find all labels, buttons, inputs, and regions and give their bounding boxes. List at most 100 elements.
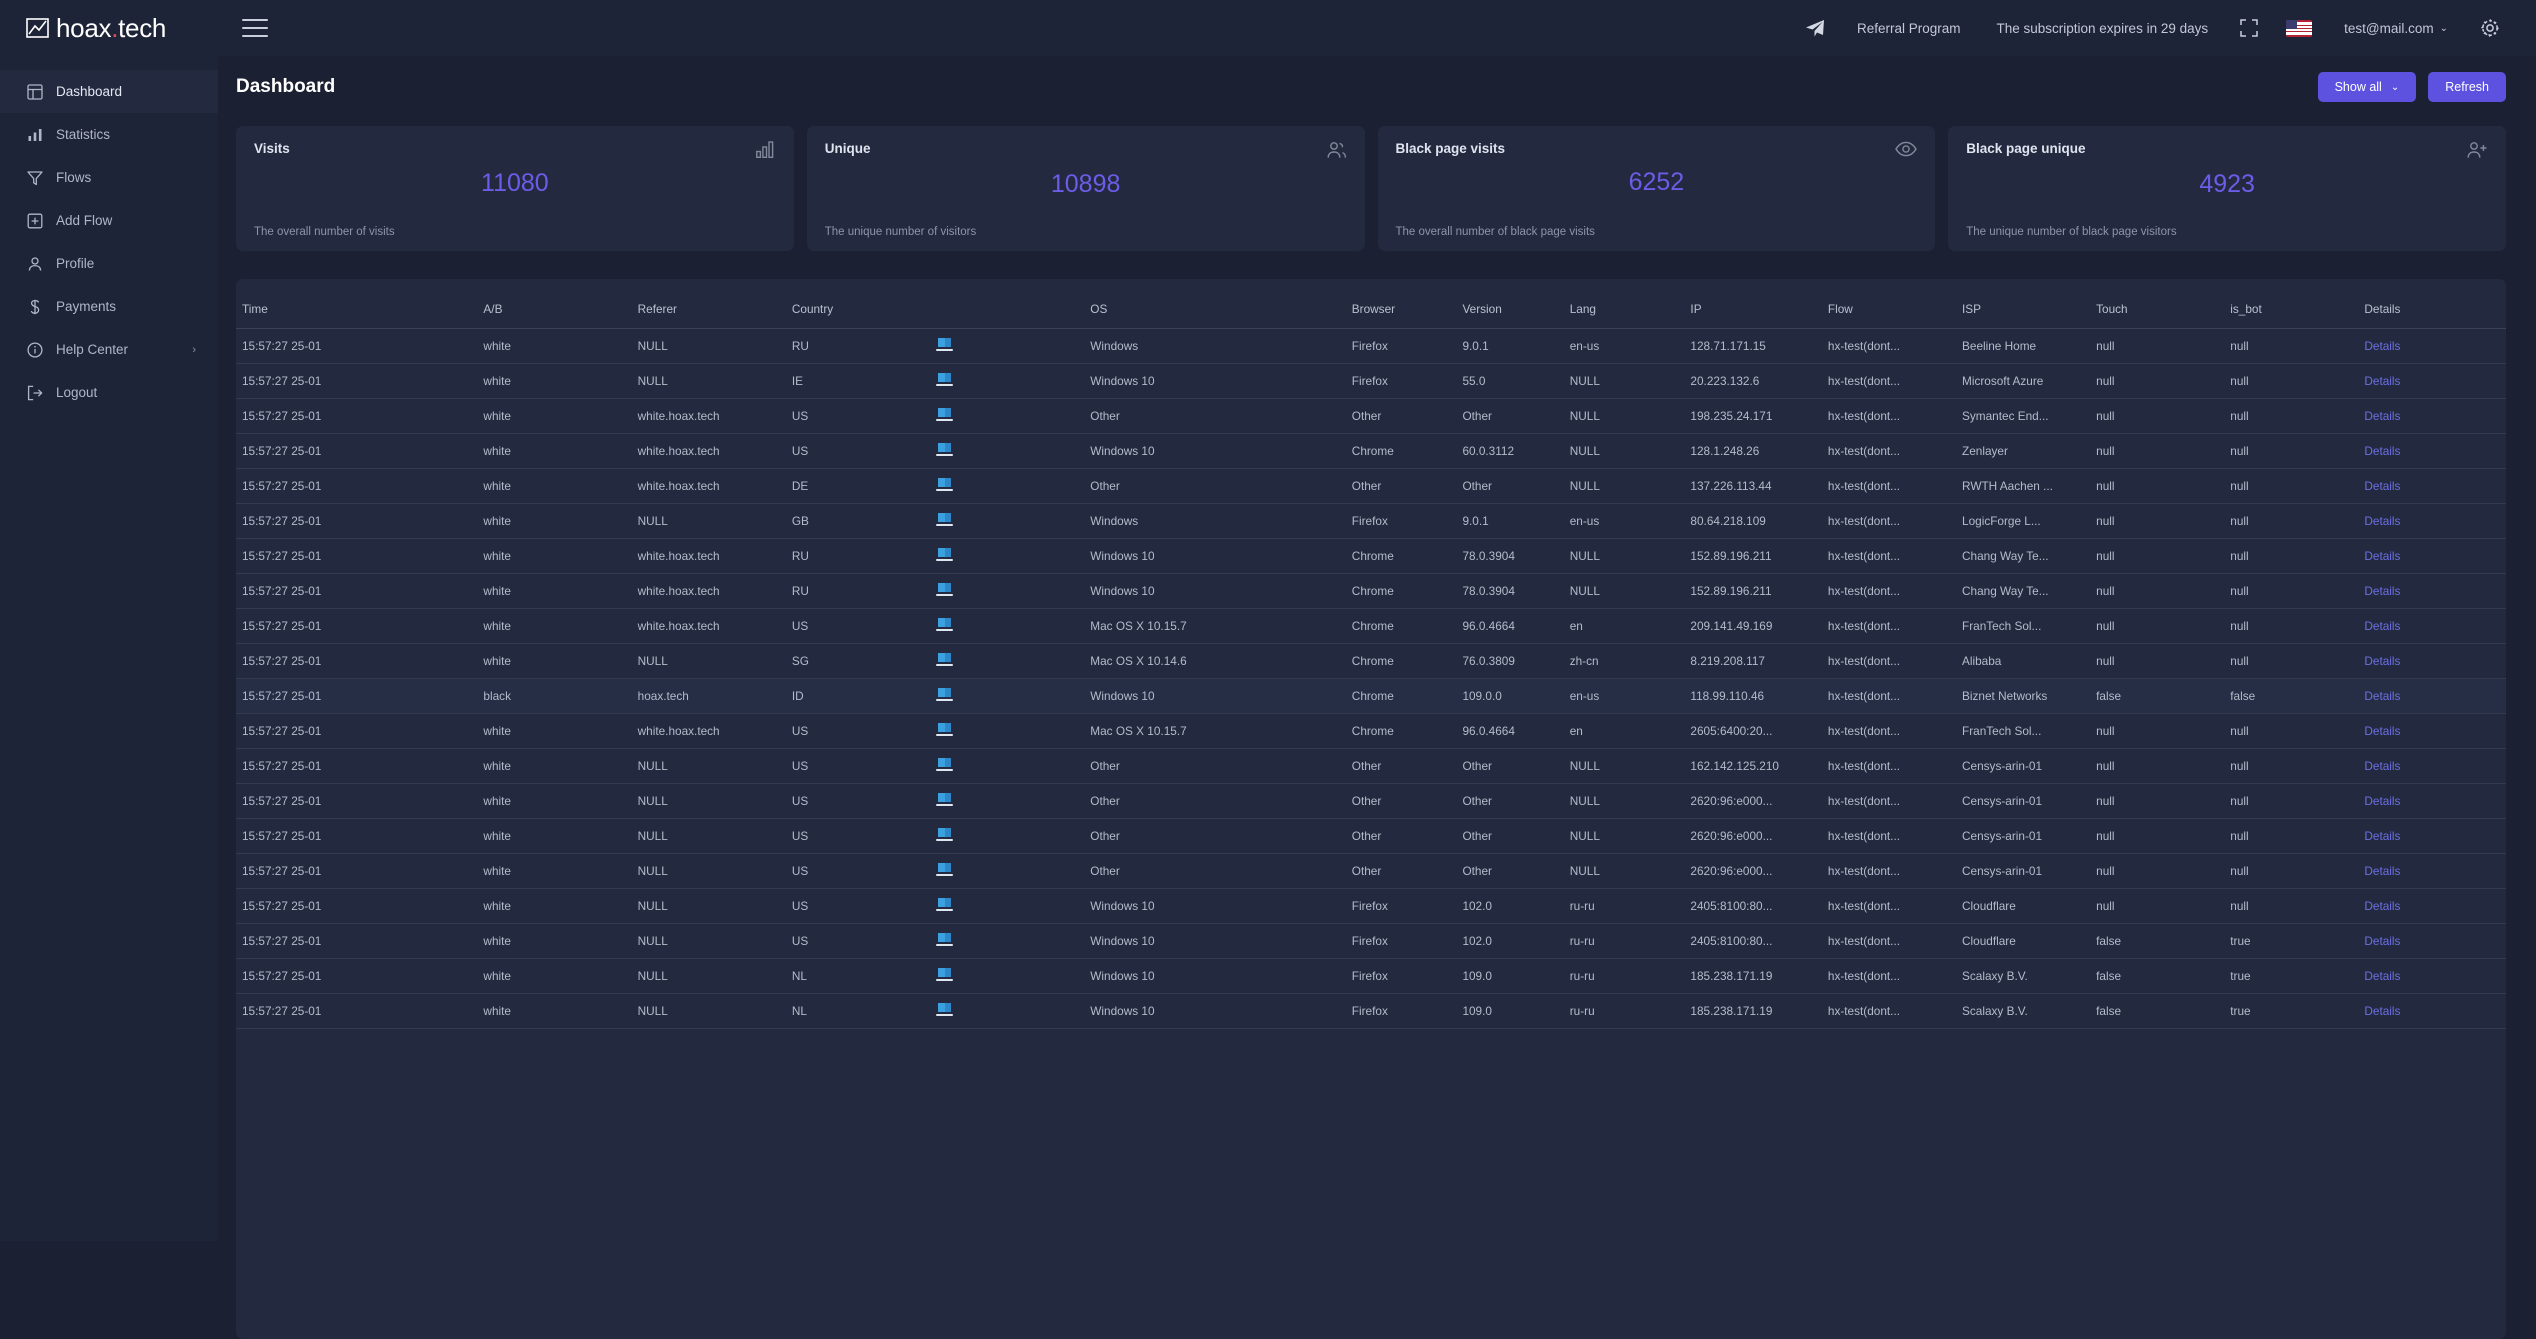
table-row[interactable]: 15:57:27 25-01 white white.hoax.tech US Wind… (236, 434, 2506, 469)
cell-time: 15:57:27 25-01 (242, 584, 322, 598)
table-row[interactable]: 15:57:27 25-01 white white.hoax.tech US Mac … (236, 609, 2506, 644)
cell-country: US (791, 934, 809, 948)
show-all-button[interactable]: Show all ⌄ (2317, 72, 2417, 102)
cell-is_bot: null (2230, 374, 2249, 388)
cell-is_bot: null (2230, 829, 2249, 843)
sidebar-item-add-flow[interactable]: Add Flow (0, 199, 218, 242)
column-header-ip[interactable]: IP (1684, 293, 1821, 329)
column-header-version[interactable]: Version (1456, 293, 1563, 329)
details-link[interactable]: Details (2358, 889, 2506, 924)
table-row[interactable]: 15:57:27 25-01 white NULL US Other Other Other… (236, 854, 2506, 889)
refresh-button[interactable]: Refresh (2428, 72, 2506, 102)
cell-os: Windows 10 (1090, 689, 1155, 703)
cell-browser: Other (1351, 479, 1382, 493)
details-link[interactable]: Details (2358, 819, 2506, 854)
details-link[interactable]: Details (2358, 854, 2506, 889)
chevron-right-icon: › (192, 343, 196, 356)
sidebar-item-dashboard[interactable]: Dashboard (0, 70, 218, 113)
table-row[interactable]: 15:57:27 25-01 white NULL GB Windows Firefox 9… (236, 504, 2506, 539)
cell-referer: white.hoax.tech (637, 444, 720, 458)
details-link[interactable]: Details (2358, 714, 2506, 749)
cell-is_bot: null (2230, 864, 2249, 878)
table-row[interactable]: 15:57:27 25-01 white white.hoax.tech US Mac … (236, 714, 2506, 749)
details-link[interactable]: Details (2358, 959, 2506, 994)
details-link[interactable]: Details (2358, 924, 2506, 959)
visits-table-container[interactable]: Time A/B Referer Country OS Browser Version Lan… (236, 279, 2506, 1339)
sidebar-item-profile[interactable]: Profile (0, 242, 218, 285)
details-link[interactable]: Details (2358, 399, 2506, 434)
details-link[interactable]: Details (2358, 784, 2506, 819)
cell-touch: null (2096, 374, 2115, 388)
details-link[interactable]: Details (2358, 994, 2506, 1029)
details-link[interactable]: Details (2358, 679, 2506, 714)
cell-lang: en-us (1569, 514, 1600, 528)
hamburger-menu-icon[interactable] (242, 19, 268, 37)
laptop-icon (930, 329, 1084, 364)
details-link[interactable]: Details (2358, 609, 2506, 644)
table-row[interactable]: 15:57:27 25-01 white white.hoax.tech DE Othe… (236, 469, 2506, 504)
column-header-os[interactable]: OS (1084, 293, 1346, 329)
details-link[interactable]: Details (2358, 749, 2506, 784)
table-row[interactable]: 15:57:27 25-01 white NULL US Windows 10 Firef… (236, 924, 2506, 959)
brand-logo[interactable]: hoax.tech (0, 0, 218, 56)
cell-ip: 152.89.196.211 (1690, 584, 1772, 598)
details-link[interactable]: Details (2358, 644, 2506, 679)
table-row[interactable]: 15:57:27 25-01 white NULL US Windows 10 Firef… (236, 889, 2506, 924)
details-link[interactable]: Details (2358, 539, 2506, 574)
table-row[interactable]: 15:57:27 25-01 white NULL US Other Other Other… (236, 749, 2506, 784)
column-header-browser[interactable]: Browser (1346, 293, 1457, 329)
details-link[interactable]: Details (2358, 329, 2506, 364)
user-menu[interactable]: test@mail.com ⌄ (2326, 0, 2466, 56)
column-header-a-b[interactable]: A/B (477, 293, 631, 329)
cell-ab: white (483, 479, 511, 493)
details-link[interactable]: Details (2358, 574, 2506, 609)
column-header-time[interactable]: Time (236, 293, 477, 329)
table-row[interactable]: 15:57:27 25-01 white NULL NL Windows 10 Firef… (236, 994, 2506, 1029)
gear-icon[interactable] (2466, 0, 2514, 56)
table-row[interactable]: 15:57:27 25-01 white white.hoax.tech US Othe… (236, 399, 2506, 434)
table-row[interactable]: 15:57:27 25-01 black hoax.tech ID Windows 10… (236, 678, 2506, 714)
table-row[interactable]: 15:57:27 25-01 white white.hoax.tech RU Wind… (236, 574, 2506, 609)
sidebar-item-logout[interactable]: Logout (0, 371, 218, 414)
laptop-icon (930, 854, 1084, 889)
telegram-send-icon[interactable] (1791, 0, 1839, 56)
column-header-flow[interactable]: Flow (1822, 293, 1956, 329)
column-header-details[interactable]: Details (2358, 293, 2506, 329)
details-link[interactable]: Details (2358, 364, 2506, 399)
column-header-touch[interactable]: Touch (2090, 293, 2224, 329)
laptop-icon (930, 994, 1084, 1029)
cell-touch: null (2096, 794, 2115, 808)
column-header-is-bot[interactable]: is_bot (2224, 293, 2358, 329)
sidebar-item-help-center[interactable]: Help Center › (0, 328, 218, 371)
table-row[interactable]: 15:57:27 25-01 white white.hoax.tech RU Wind… (236, 539, 2506, 574)
cell-time: 15:57:27 25-01 (242, 829, 322, 843)
referral-program-link[interactable]: Referral Program (1839, 0, 1979, 56)
sidebar-item-payments[interactable]: Payments (0, 285, 218, 328)
cell-os: Windows (1090, 339, 1139, 353)
details-link[interactable]: Details (2358, 469, 2506, 504)
cell-touch: null (2096, 759, 2115, 773)
cell-referer: NULL (637, 829, 668, 843)
cell-lang: en (1569, 724, 1583, 738)
fullscreen-icon[interactable] (2226, 0, 2272, 56)
cell-lang: en-us (1569, 339, 1600, 353)
sidebar-item-statistics[interactable]: Statistics (0, 113, 218, 156)
details-link[interactable]: Details (2358, 504, 2506, 539)
table-row[interactable]: 15:57:27 25-01 white NULL NL Windows 10 Firef… (236, 959, 2506, 994)
sidebar-item-flows[interactable]: Flows (0, 156, 218, 199)
sidebar-item-label: Payments (56, 299, 117, 314)
details-link[interactable]: Details (2358, 434, 2506, 469)
cell-version: 60.0.3112 (1462, 444, 1515, 458)
table-row[interactable]: 15:57:27 25-01 white NULL SG Mac OS X 10.14.… (236, 644, 2506, 679)
us-flag-icon[interactable] (2272, 0, 2326, 56)
column-header-country[interactable]: Country (786, 293, 930, 329)
column-header-lang[interactable]: Lang (1564, 293, 1685, 329)
column-header-device[interactable] (930, 293, 1084, 329)
table-row[interactable]: 15:57:27 25-01 white NULL US Other Other Other… (236, 784, 2506, 819)
cell-is_bot: null (2230, 339, 2249, 353)
table-row[interactable]: 15:57:27 25-01 white NULL US Other Other Other… (236, 819, 2506, 854)
table-row[interactable]: 15:57:27 25-01 white NULL RU Windows Firefox 9… (236, 329, 2506, 364)
table-row[interactable]: 15:57:27 25-01 white NULL IE Windows 10 Firef… (236, 364, 2506, 399)
column-header-isp[interactable]: ISP (1956, 293, 2090, 329)
column-header-referer[interactable]: Referer (632, 293, 786, 329)
